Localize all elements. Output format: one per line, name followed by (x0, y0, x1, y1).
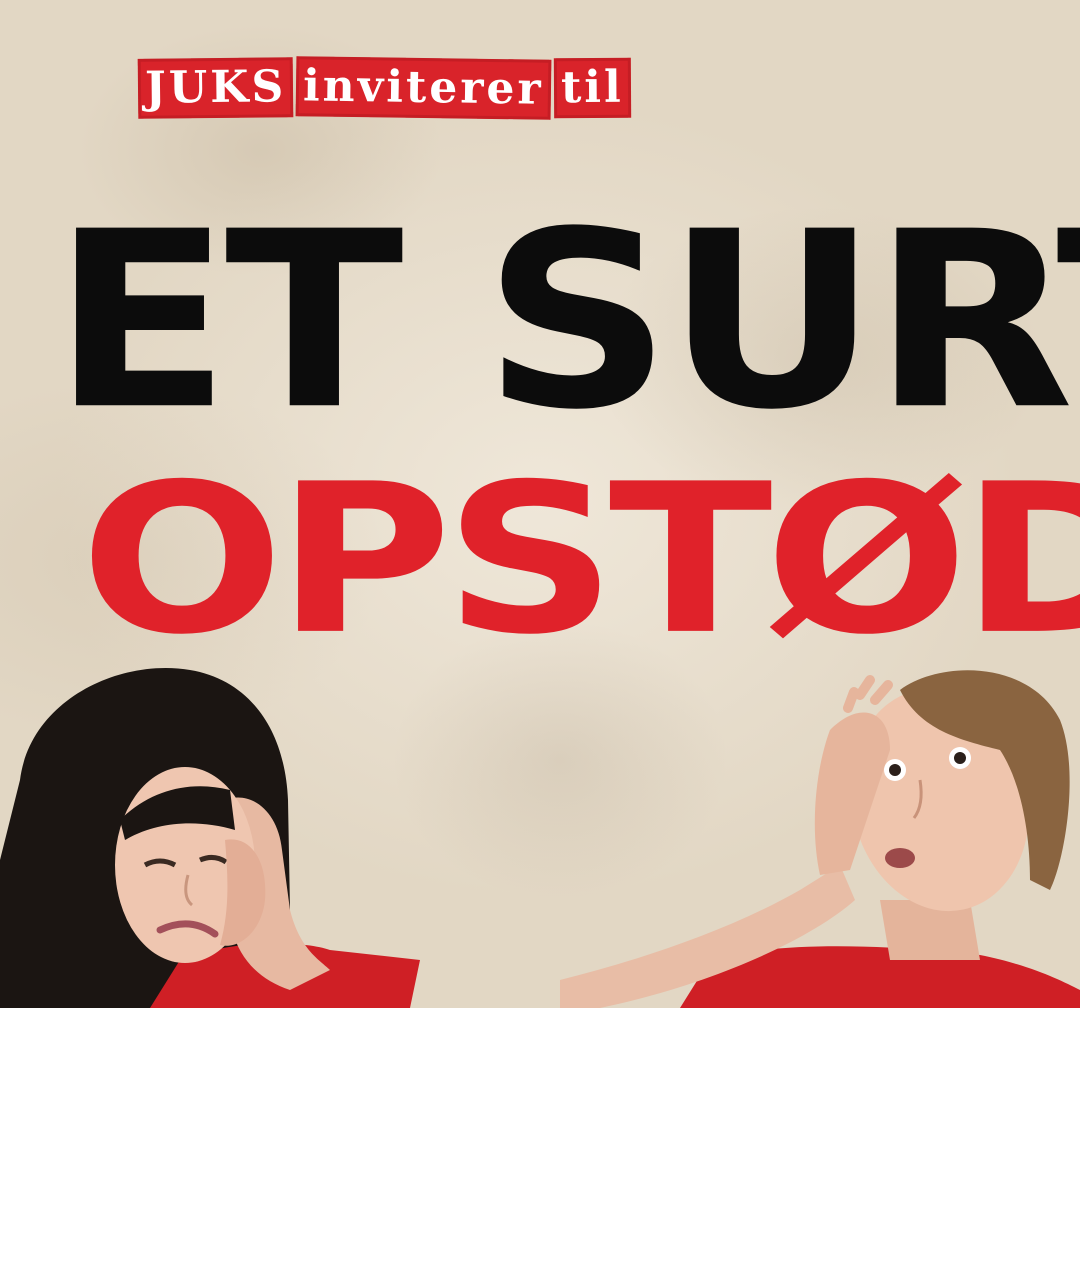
woman-with-short-hair-surprised-icon (560, 670, 1080, 1008)
tagline-word-juks: JUKS (137, 57, 294, 119)
tagline-word-til: til (553, 57, 631, 119)
headline-line-1: ET SURT (52, 179, 1080, 463)
woman-with-long-dark-hair-grimacing-icon (0, 667, 420, 1008)
tagline-stamp: JUKS inviterer til (137, 56, 938, 122)
headline-line-2: OPSTØD (80, 439, 1080, 680)
blank-footer-area (0, 1008, 1080, 1280)
event-poster: JUKS inviterer til ET SURT OPSTØD (0, 0, 1080, 1008)
tagline-word-inviterer: inviterer (295, 56, 552, 120)
